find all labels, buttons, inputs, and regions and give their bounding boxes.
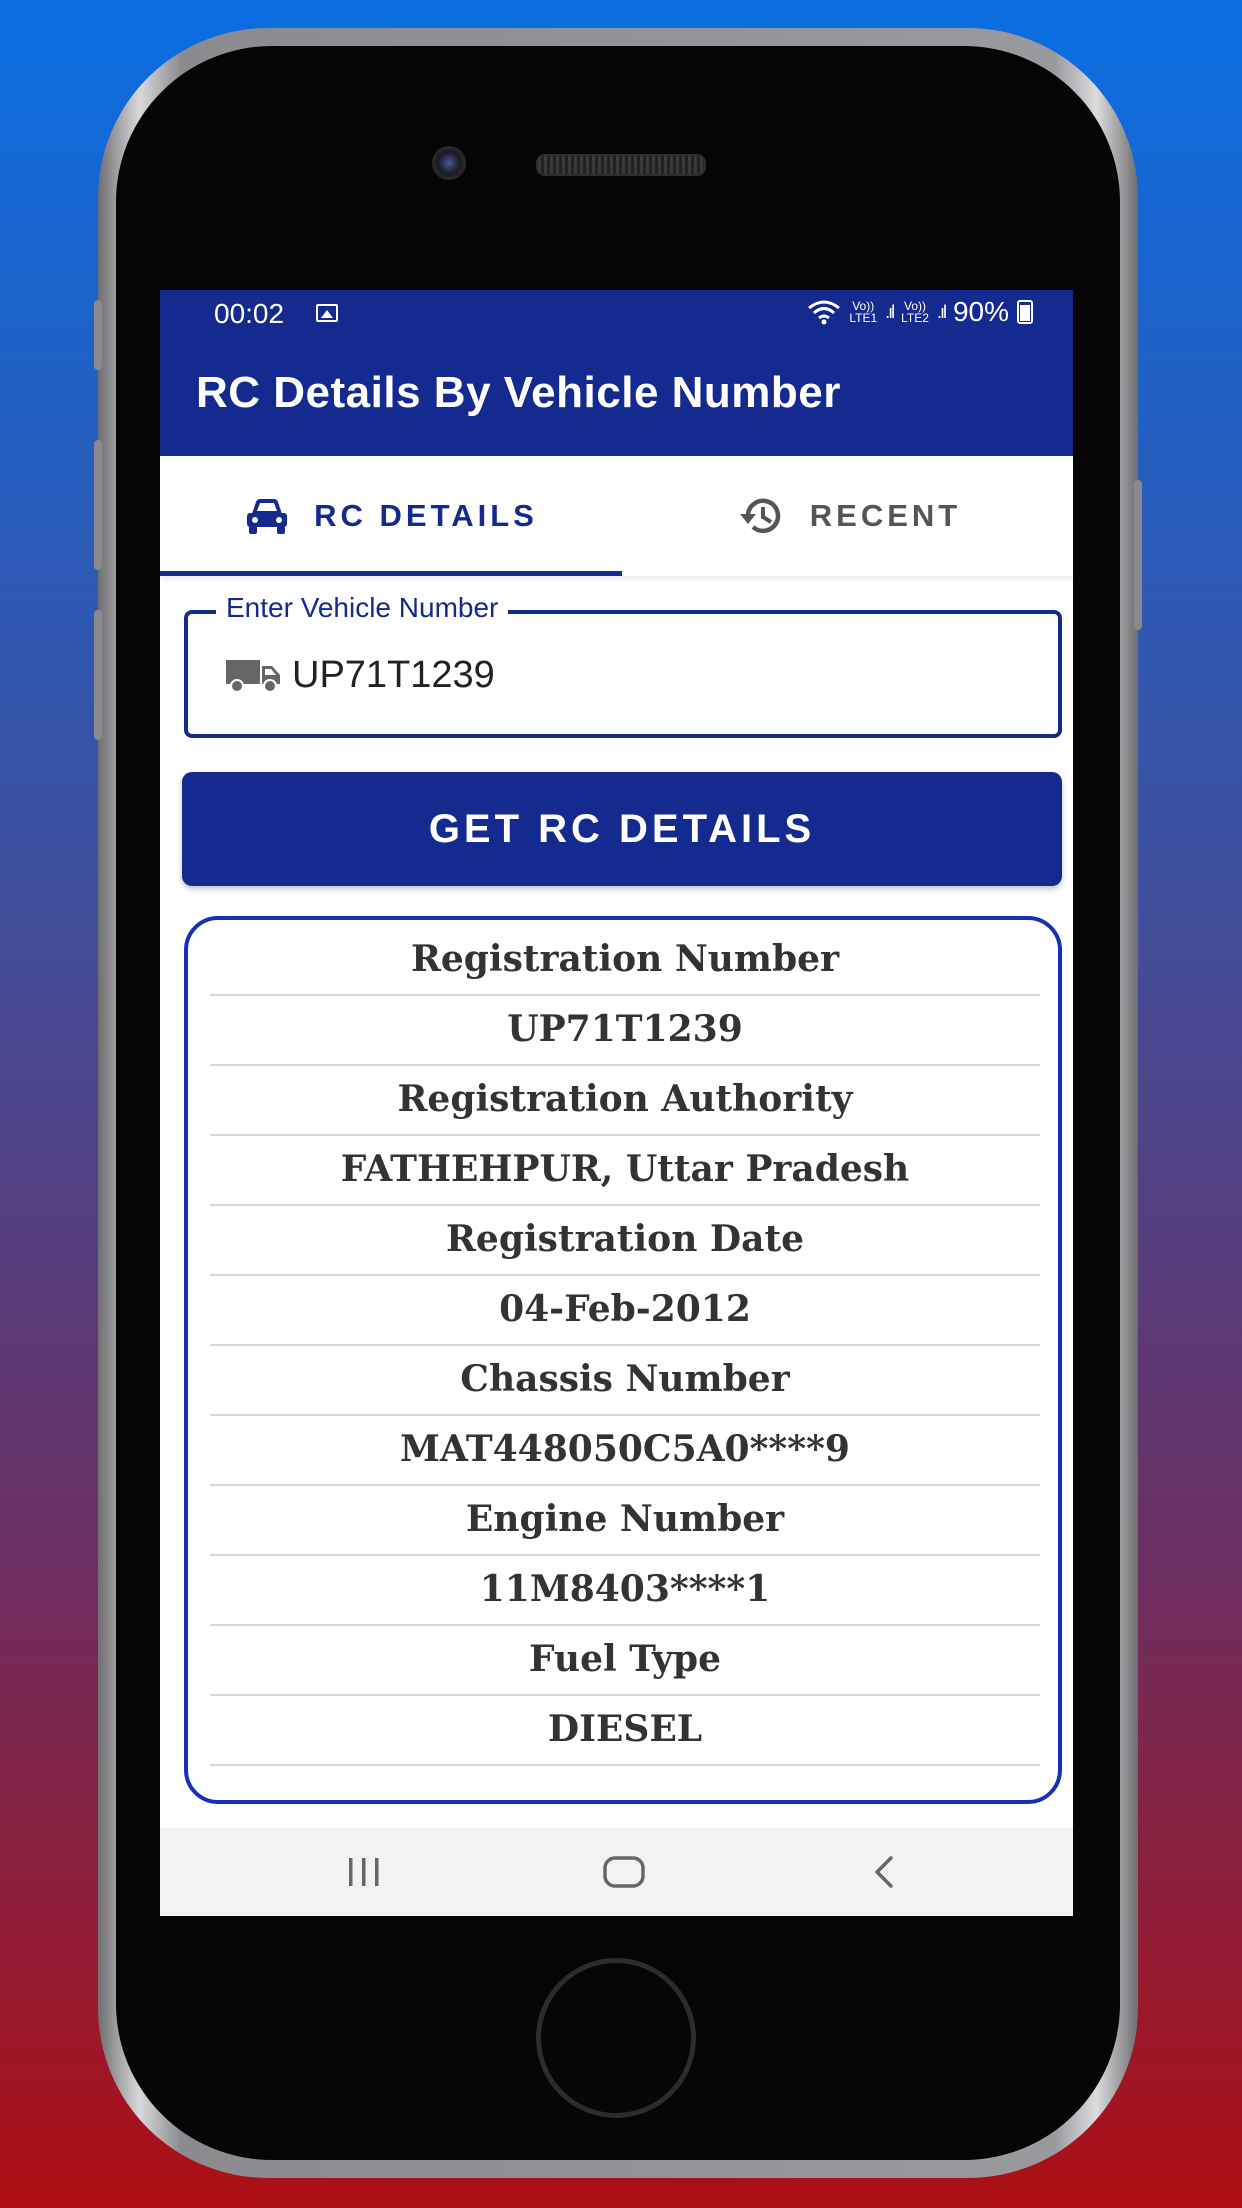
- detail-row: DIESEL: [210, 1694, 1040, 1766]
- recent-apps-icon: [349, 1858, 379, 1886]
- status-time: 00:02: [214, 298, 285, 329]
- tab-recent[interactable]: RECENT: [622, 456, 1073, 576]
- system-nav-bar: [160, 1828, 1073, 1916]
- power-button: [1134, 480, 1142, 630]
- get-rc-details-button[interactable]: GET RC DETAILS: [182, 772, 1062, 886]
- tab-recent-label: RECENT: [809, 498, 962, 533]
- earpiece-speaker: [536, 154, 706, 176]
- lte2-label: Vo)) LTE2: [901, 299, 929, 325]
- back-icon: [875, 1856, 893, 1888]
- truck-icon: [226, 660, 280, 693]
- detail-row: Registration Authority: [210, 1064, 1040, 1136]
- image-icon: [316, 304, 338, 322]
- mute-switch: [94, 300, 102, 370]
- detail-row: Fuel Type: [210, 1624, 1040, 1696]
- detail-row: FATHEHPUR, Uttar Pradesh: [210, 1134, 1040, 1206]
- back-nav-button[interactable]: [804, 1828, 964, 1916]
- battery-icon: [1017, 300, 1033, 324]
- tab-rc-details-label: RC DETAILS: [314, 498, 538, 533]
- app-bar: RC Details By Vehicle Number: [160, 340, 1073, 456]
- history-icon: [739, 498, 781, 533]
- car-icon: [247, 499, 288, 534]
- status-indicators: Vo)) LTE1 .ıl Vo)) LTE2 .ıl 90%: [807, 296, 1033, 328]
- front-camera: [432, 146, 466, 180]
- vehicle-number-field[interactable]: Enter Vehicle Number: [184, 592, 1062, 738]
- tab-bar: RC DETAILS RECENT: [160, 456, 1073, 576]
- rc-details-card: Registration Number UP71T1239 Registrati…: [184, 916, 1062, 1804]
- home-nav-button[interactable]: [544, 1828, 704, 1916]
- status-bar: 00:02 Vo)) LTE1 .ıl Vo)) LTE2 .ıl 90%: [160, 290, 1073, 340]
- wifi-icon: [808, 300, 841, 325]
- tab-indicator: [160, 571, 622, 576]
- signal-icon-2: .ıl: [936, 301, 947, 322]
- volume-up-button: [94, 440, 102, 570]
- vehicle-number-input[interactable]: [290, 644, 1014, 706]
- battery-percent: 90%: [952, 296, 1009, 327]
- home-button[interactable]: [536, 1958, 696, 2118]
- detail-row: Registration Number: [210, 924, 1040, 996]
- detail-row: MAT448050C5A0****9: [210, 1414, 1040, 1486]
- recent-apps-button[interactable]: [284, 1828, 444, 1916]
- phone-screen: 00:02 Vo)) LTE1 .ıl Vo)) LTE2 .ıl 90% RC…: [160, 290, 1073, 1916]
- vehicle-number-label: Enter Vehicle Number: [216, 592, 509, 624]
- detail-row: UP71T1239: [210, 994, 1040, 1066]
- tab-rc-details[interactable]: RC DETAILS: [160, 456, 622, 576]
- volume-down-button: [94, 610, 102, 740]
- detail-row: Chassis Number: [210, 1344, 1040, 1416]
- signal-icon: .ıl: [885, 301, 895, 322]
- detail-row: 11M8403****1: [210, 1554, 1040, 1626]
- app-title: RC Details By Vehicle Number: [196, 368, 841, 417]
- home-icon: [603, 1856, 645, 1888]
- lte1-label: Vo)) LTE1: [849, 299, 878, 325]
- detail-row: 04-Feb-2012: [210, 1274, 1040, 1346]
- detail-row: Registration Date: [210, 1204, 1040, 1276]
- detail-row: Engine Number: [210, 1484, 1040, 1556]
